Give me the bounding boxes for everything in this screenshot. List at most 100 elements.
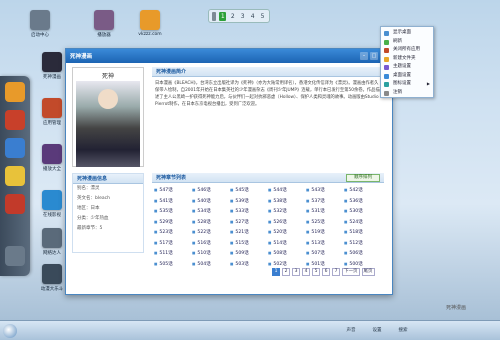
pager-button[interactable]: 4 <box>302 268 310 276</box>
context-menu-item[interactable]: 关闭所有应用 <box>381 46 433 55</box>
desktop-page-1[interactable]: 1 <box>219 11 227 21</box>
episode-link[interactable]: 513话 <box>306 239 344 248</box>
context-menu-item[interactable]: 主题设置 <box>381 63 433 72</box>
search-icon[interactable] <box>5 110 25 130</box>
context-menu-item[interactable]: 显示桌面 <box>381 29 433 38</box>
notes-icon[interactable] <box>5 166 25 186</box>
window-titlebar[interactable]: 死神漫画 – □ × <box>66 49 392 63</box>
episodes-panel: 死神章节列表 顺序排列 547话546话545话544话543话542话541话… <box>152 173 384 273</box>
info-title: 死神漫画信息 <box>73 174 143 184</box>
episode-link[interactable]: 531话 <box>306 207 344 216</box>
desktop-icon-launch[interactable]: 启动中心 <box>22 10 58 38</box>
info-english: 英文名：bleach <box>77 196 110 201</box>
menu-item-label: 注销 <box>393 89 402 95</box>
desktop-icon-player[interactable]: 播放器 <box>86 10 122 38</box>
episode-link[interactable]: 503话 <box>230 260 268 269</box>
episode-link[interactable]: 512话 <box>344 239 382 248</box>
episode-link[interactable]: 539话 <box>230 197 268 206</box>
episode-link[interactable]: 525话 <box>306 218 344 227</box>
info-category: 分类：少年热血 <box>77 216 109 221</box>
context-menu-item[interactable]: 图标设置 ▶ <box>381 80 433 89</box>
episode-link[interactable]: 521话 <box>230 228 268 237</box>
minimize-icon[interactable]: – <box>360 52 368 60</box>
episode-link[interactable]: 517话 <box>154 239 192 248</box>
window-title: 死神漫画 <box>70 54 93 60</box>
app-icon <box>42 144 62 164</box>
episode-link[interactable]: 509话 <box>230 249 268 258</box>
desktop-icon-vkzzz[interactable]: vkzzz.com <box>132 10 168 37</box>
episode-link[interactable]: 527话 <box>230 218 268 227</box>
bleach-window: 死神漫画 – □ × 死神 死神漫画简介 日本漫画《BLEACH》，台湾东立出版… <box>65 48 393 295</box>
taskbar-app-label[interactable]: 死神漫画 <box>446 304 466 311</box>
drag-handle-icon[interactable] <box>212 11 217 21</box>
episode-link[interactable]: 515话 <box>230 239 268 248</box>
episode-pager: 1 2 3 4 5 6 7 下一页 尾页 <box>272 267 375 277</box>
episode-link[interactable]: 537话 <box>306 197 344 206</box>
episode-link[interactable]: 543话 <box>306 186 344 195</box>
pager-button[interactable]: 2 <box>282 268 290 276</box>
search-button[interactable]: 搜索 <box>392 325 414 337</box>
desktop-page-3[interactable]: 3 <box>239 12 246 21</box>
desktop-page-2[interactable]: 2 <box>229 12 236 21</box>
episode-link[interactable]: 507话 <box>306 249 344 258</box>
episode-link[interactable]: 506话 <box>344 249 382 258</box>
context-menu-item[interactable]: 注销 <box>381 89 433 98</box>
pager-button[interactable]: 尾页 <box>361 268 375 276</box>
episode-link[interactable]: 518话 <box>344 228 382 237</box>
episode-link[interactable]: 526话 <box>268 218 306 227</box>
episode-link[interactable]: 522话 <box>192 228 230 237</box>
episode-link[interactable]: 534话 <box>192 207 230 216</box>
episode-link[interactable]: 528话 <box>192 218 230 227</box>
episode-link[interactable]: 504话 <box>192 260 230 269</box>
episode-link[interactable]: 519话 <box>306 228 344 237</box>
episode-link[interactable]: 532话 <box>268 207 306 216</box>
episode-link[interactable]: 545话 <box>230 186 268 195</box>
episode-link[interactable]: 546话 <box>192 186 230 195</box>
pager-button[interactable]: 3 <box>292 268 300 276</box>
episode-link[interactable]: 535话 <box>154 207 192 216</box>
episode-link[interactable]: 547话 <box>154 186 192 195</box>
episode-link[interactable]: 538话 <box>268 197 306 206</box>
episode-link[interactable]: 516话 <box>192 239 230 248</box>
episode-link[interactable]: 514话 <box>268 239 306 248</box>
settings-icon[interactable] <box>5 246 25 266</box>
episode-link[interactable]: 520话 <box>268 228 306 237</box>
episode-link[interactable]: 544话 <box>268 186 306 195</box>
episode-link[interactable]: 508话 <box>268 249 306 258</box>
episode-link[interactable]: 533话 <box>230 207 268 216</box>
episode-link[interactable]: 505话 <box>154 260 192 269</box>
orange-circle-icon[interactable] <box>5 82 25 102</box>
pager-button[interactable]: 1 <box>272 268 280 276</box>
start-icon[interactable] <box>3 324 17 338</box>
app-icon <box>30 10 50 30</box>
context-menu-item[interactable]: 刷新 <box>381 38 433 47</box>
sound-button[interactable]: 声音 <box>340 325 362 337</box>
menu-item-icon <box>384 31 389 36</box>
pager-button[interactable]: 5 <box>312 268 320 276</box>
pager-button[interactable]: 下一页 <box>342 268 360 276</box>
episode-link[interactable]: 541话 <box>154 197 192 206</box>
desktop-page-5[interactable]: 5 <box>259 12 266 21</box>
episode-link[interactable]: 540话 <box>192 197 230 206</box>
maximize-icon[interactable]: □ <box>370 52 378 60</box>
order-button[interactable]: 顺序排列 <box>346 174 380 182</box>
episode-link[interactable]: 529话 <box>154 218 192 227</box>
desktop-page-4[interactable]: 4 <box>249 12 256 21</box>
calendar-icon[interactable] <box>5 194 25 214</box>
arrow-icon[interactable] <box>5 138 25 158</box>
settings-button[interactable]: 设置 <box>366 325 388 337</box>
menu-item-icon <box>384 73 389 79</box>
menu-item-icon <box>384 48 389 53</box>
context-menu-item[interactable]: 桌面设置 <box>381 72 433 81</box>
context-menu-item[interactable]: 新建文件夹 <box>381 55 433 64</box>
window-content: 死神 死神漫画简介 日本漫画《BLEACH》，台湾东立出版社译为《死神》（亦为大… <box>72 67 384 279</box>
episode-link[interactable]: 510话 <box>192 249 230 258</box>
episode-link[interactable]: 511话 <box>154 249 192 258</box>
episode-link[interactable]: 536话 <box>344 197 382 206</box>
episode-link[interactable]: 524话 <box>344 218 382 227</box>
episode-link[interactable]: 530话 <box>344 207 382 216</box>
pager-button[interactable]: 6 <box>322 268 330 276</box>
episode-link[interactable]: 523话 <box>154 228 192 237</box>
episode-link[interactable]: 542话 <box>344 186 382 195</box>
pager-button[interactable]: 7 <box>332 268 340 276</box>
